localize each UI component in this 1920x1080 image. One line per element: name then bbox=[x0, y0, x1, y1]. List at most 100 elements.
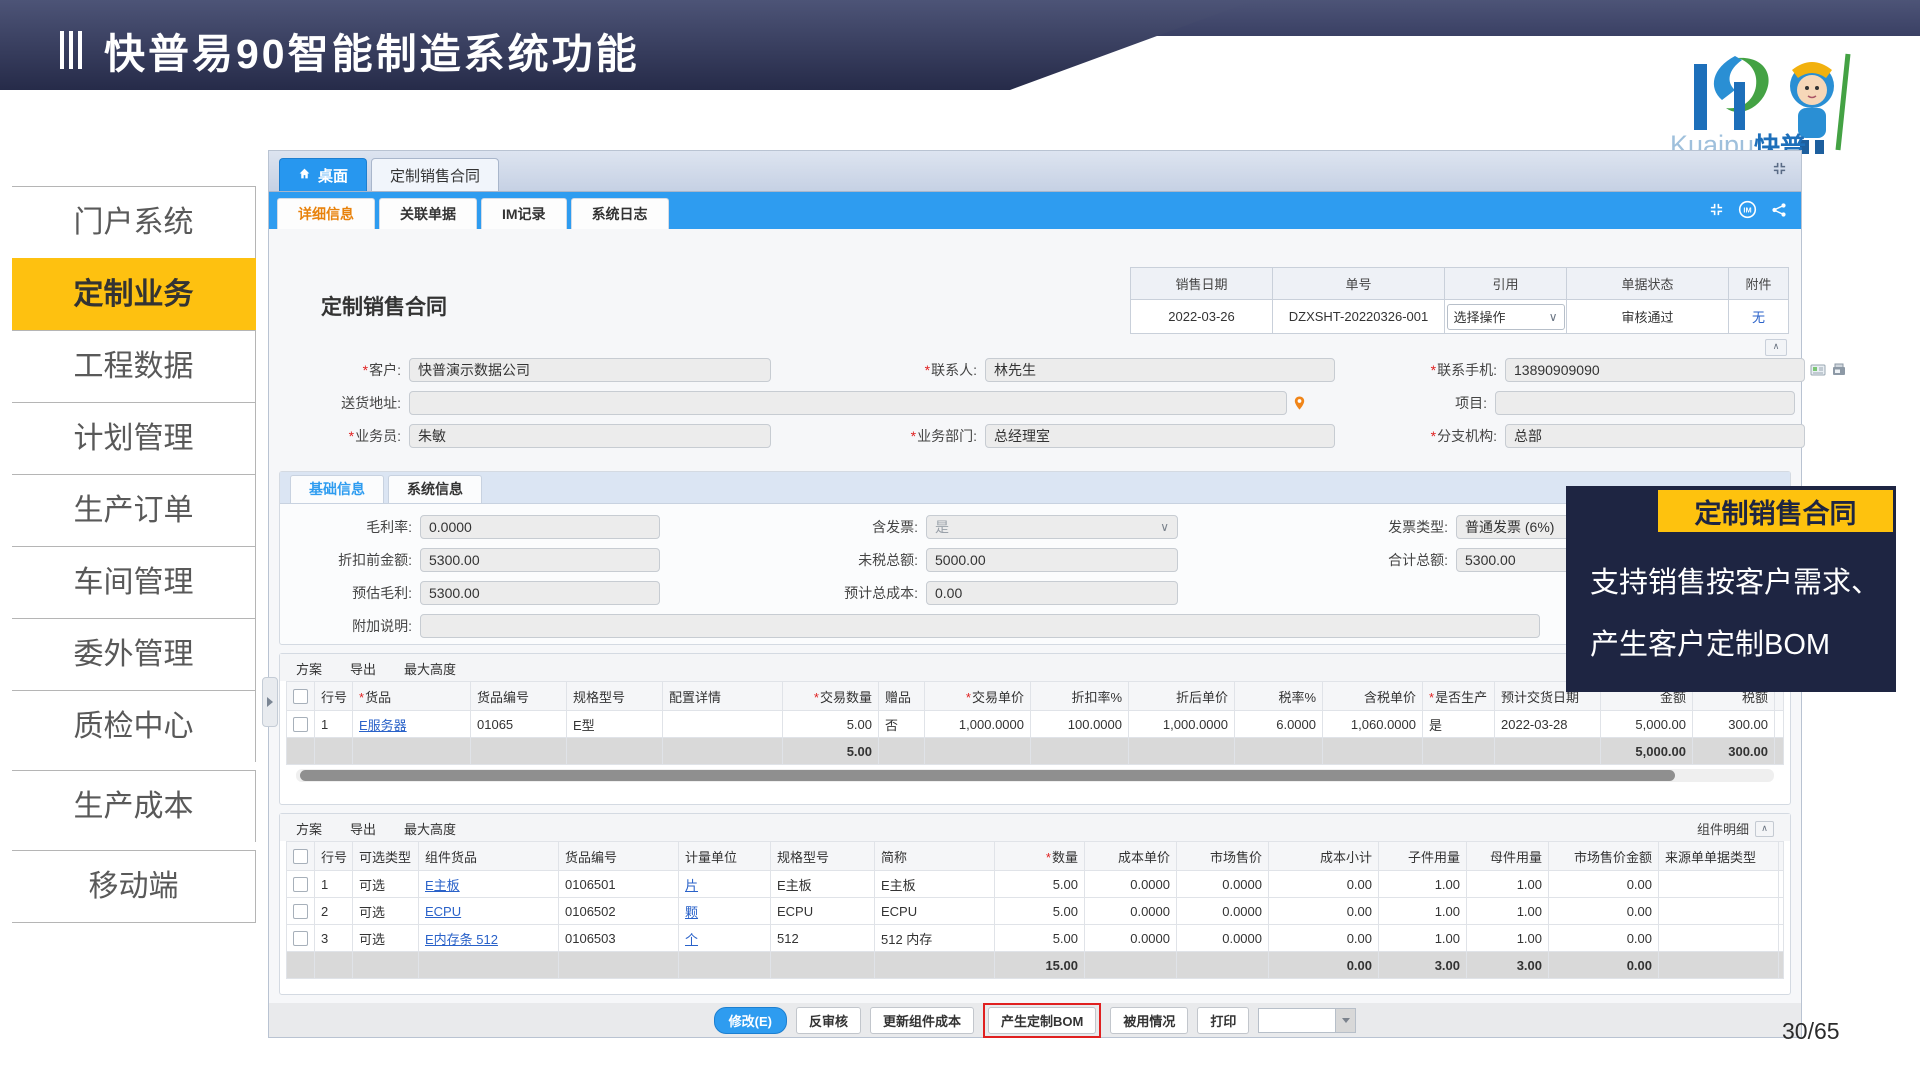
cell-link[interactable]: 颗 bbox=[685, 905, 698, 920]
column-header[interactable]: 成本单价 bbox=[1085, 842, 1177, 871]
has_invoice-input[interactable]: 是∨ bbox=[926, 515, 1178, 539]
column-header[interactable]: 可选类型 bbox=[353, 842, 419, 871]
column-header[interactable]: 行号 bbox=[315, 682, 353, 711]
column-header[interactable]: *数量 bbox=[995, 842, 1085, 871]
est_gross_profit-input[interactable]: 5300.00 bbox=[420, 581, 660, 605]
打印-button[interactable]: 打印 bbox=[1197, 1007, 1249, 1034]
branch-input[interactable]: 总部 bbox=[1505, 424, 1805, 448]
toolbar-方案[interactable]: 方案 bbox=[296, 659, 322, 678]
print-template-select[interactable] bbox=[1258, 1008, 1356, 1033]
column-header[interactable]: 市场售价金额 bbox=[1549, 842, 1659, 871]
est_total_cost-input[interactable]: 0.00 bbox=[926, 581, 1178, 605]
column-header[interactable]: 货品编号 bbox=[471, 682, 567, 711]
column-header[interactable]: 规格型号 bbox=[567, 682, 663, 711]
sidebar-item-车间管理[interactable]: 车间管理 bbox=[12, 546, 256, 618]
column-header[interactable]: *交易单价 bbox=[925, 682, 1031, 711]
column-header[interactable]: 配置详情 bbox=[663, 682, 783, 711]
cell-link[interactable]: E服务器 bbox=[359, 718, 407, 733]
tab-基础信息[interactable]: 基础信息 bbox=[290, 475, 384, 503]
column-header[interactable]: 子件用量 bbox=[1379, 842, 1467, 871]
customer-input[interactable]: 快普演示数据公司 bbox=[409, 358, 771, 382]
row-checkbox[interactable] bbox=[293, 689, 308, 704]
dept-input[interactable]: 总经理室 bbox=[985, 424, 1335, 448]
column-header[interactable]: 市场售价 bbox=[1177, 842, 1269, 871]
column-header[interactable]: 折扣率% bbox=[1031, 682, 1129, 711]
untaxed_total-input[interactable]: 5000.00 bbox=[926, 548, 1178, 572]
sidebar-collapse-handle[interactable] bbox=[262, 677, 278, 727]
column-header[interactable]: *交易数量 bbox=[783, 682, 879, 711]
column-header[interactable]: 成本小计 bbox=[1269, 842, 1379, 871]
remark-input[interactable] bbox=[420, 614, 1540, 638]
subtab-IM记录[interactable]: IM记录 bbox=[481, 198, 567, 229]
contact-input[interactable]: 林先生 bbox=[985, 358, 1335, 382]
column-header[interactable]: 母件用量 bbox=[1467, 842, 1549, 871]
sidebar-item-工程数据[interactable]: 工程数据 bbox=[12, 330, 256, 402]
im-icon[interactable]: IM bbox=[1738, 200, 1757, 224]
column-header[interactable]: 货品编号 bbox=[559, 842, 679, 871]
cell-link[interactable]: E内存条 512 bbox=[425, 932, 498, 947]
window-tab-定制销售合同[interactable]: 定制销售合同 bbox=[371, 158, 499, 191]
subtab-详细信息[interactable]: 详细信息 bbox=[277, 198, 375, 229]
toolbar-最大高度[interactable]: 最大高度 bbox=[404, 819, 456, 838]
gross_margin-input[interactable]: 0.0000 bbox=[420, 515, 660, 539]
row-checkbox[interactable] bbox=[293, 931, 308, 946]
cell-link[interactable]: 个 bbox=[685, 932, 698, 947]
scrollbar-thumb[interactable] bbox=[300, 770, 1675, 781]
compress-icon[interactable] bbox=[1709, 202, 1724, 222]
column-header[interactable]: 来源单单据类型 bbox=[1659, 842, 1779, 871]
sidebar-item-生产成本[interactable]: 生产成本 bbox=[12, 770, 256, 842]
address-input[interactable] bbox=[409, 391, 1287, 415]
toolbar-最大高度[interactable]: 最大高度 bbox=[404, 659, 456, 678]
sidebar-item-计划管理[interactable]: 计划管理 bbox=[12, 402, 256, 474]
sidebar-item-定制业务[interactable]: 定制业务 bbox=[12, 258, 256, 330]
location-pin-icon[interactable] bbox=[1292, 395, 1307, 411]
toolbar-导出[interactable]: 导出 bbox=[350, 819, 376, 838]
产生定制BOM-button[interactable]: 产生定制BOM bbox=[988, 1007, 1096, 1034]
compress-icon[interactable] bbox=[1772, 161, 1787, 181]
column-header[interactable]: *货品 bbox=[353, 682, 471, 711]
mobile-input[interactable]: 13890909090 bbox=[1505, 358, 1805, 382]
row-checkbox[interactable] bbox=[293, 717, 308, 732]
window-tab-桌面[interactable]: 桌面 bbox=[279, 158, 367, 191]
amount_before_discount-input[interactable]: 5300.00 bbox=[420, 548, 660, 572]
contact-card-icon[interactable] bbox=[1810, 363, 1826, 377]
cell-link[interactable]: ECPU bbox=[425, 904, 461, 919]
row-checkbox[interactable] bbox=[293, 904, 308, 919]
column-header[interactable]: *是否生产 bbox=[1423, 682, 1495, 711]
collapse-up-icon[interactable]: ∧ bbox=[1765, 339, 1787, 356]
column-header[interactable]: 规格型号 bbox=[771, 842, 875, 871]
column-header[interactable]: 组件货品 bbox=[419, 842, 559, 871]
column-header[interactable]: 简称 bbox=[875, 842, 995, 871]
column-header[interactable]: 赠品 bbox=[879, 682, 925, 711]
fax-icon[interactable] bbox=[1831, 363, 1847, 377]
column-header[interactable]: 折后单价 bbox=[1129, 682, 1235, 711]
sidebar-item-委外管理[interactable]: 委外管理 bbox=[12, 618, 256, 690]
salesman-input[interactable]: 朱敏 bbox=[409, 424, 771, 448]
subtab-关联单据[interactable]: 关联单据 bbox=[379, 198, 477, 229]
反审核-button[interactable]: 反审核 bbox=[796, 1007, 861, 1034]
sidebar-item-质检中心[interactable]: 质检中心 bbox=[12, 690, 256, 762]
toolbar-方案[interactable]: 方案 bbox=[296, 819, 322, 838]
column-header[interactable] bbox=[1779, 842, 1784, 871]
share-icon[interactable] bbox=[1771, 202, 1787, 223]
project-input[interactable] bbox=[1495, 391, 1795, 415]
subtab-系统日志[interactable]: 系统日志 bbox=[571, 198, 669, 229]
column-header[interactable]: 含税单价 bbox=[1323, 682, 1423, 711]
column-header[interactable]: 行号 bbox=[315, 842, 353, 871]
row-checkbox[interactable] bbox=[293, 877, 308, 892]
cell-link[interactable]: 片 bbox=[685, 878, 698, 893]
toolbar-导出[interactable]: 导出 bbox=[350, 659, 376, 678]
更新组件成本-button[interactable]: 更新组件成本 bbox=[870, 1007, 974, 1034]
cell-link[interactable]: E主板 bbox=[425, 878, 460, 893]
attachment-link[interactable]: 无 bbox=[1752, 310, 1765, 325]
sidebar-item-生产订单[interactable]: 生产订单 bbox=[12, 474, 256, 546]
被用情况-button[interactable]: 被用情况 bbox=[1110, 1007, 1188, 1034]
column-header[interactable]: 税率% bbox=[1235, 682, 1323, 711]
sidebar-item-移动端[interactable]: 移动端 bbox=[12, 850, 256, 923]
修改(E)-button[interactable]: 修改(E) bbox=[714, 1007, 787, 1034]
sidebar-item-门户系统[interactable]: 门户系统 bbox=[12, 186, 256, 258]
row-checkbox[interactable] bbox=[293, 849, 308, 864]
tab-系统信息[interactable]: 系统信息 bbox=[388, 475, 482, 503]
column-header[interactable]: 计量单位 bbox=[679, 842, 771, 871]
quote-select[interactable]: 选择操作 ∨ bbox=[1447, 304, 1565, 330]
